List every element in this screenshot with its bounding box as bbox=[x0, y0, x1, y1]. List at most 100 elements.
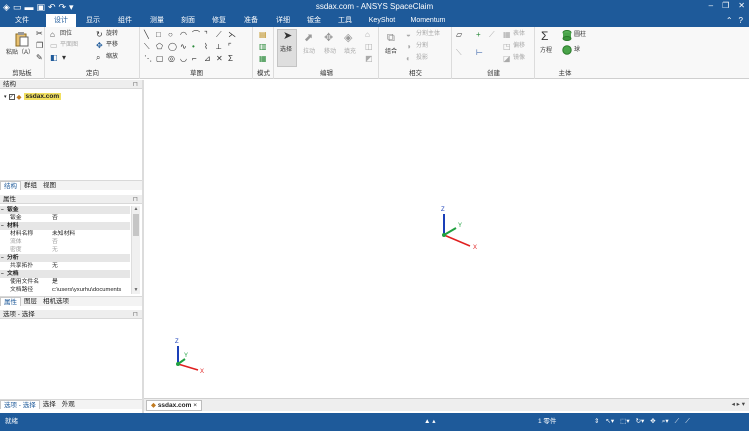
project-face-icon[interactable]: ◐ bbox=[406, 54, 411, 64]
tab-momentum[interactable]: Momentum bbox=[406, 14, 450, 27]
help-icon[interactable]: ? bbox=[739, 16, 743, 25]
collapse-icon[interactable]: − bbox=[1, 222, 4, 230]
3d-mode-icon[interactable]: ▦ bbox=[259, 54, 267, 64]
sketch-mode-icon[interactable]: ▤ bbox=[259, 30, 267, 40]
plane-view-button[interactable]: 平面图 bbox=[60, 41, 78, 50]
pin-icon[interactable]: ⊓ bbox=[133, 310, 138, 319]
cylinder-button[interactable]: 圆柱 bbox=[574, 31, 586, 40]
sweep-arc-icon[interactable]: ◡ bbox=[180, 54, 187, 64]
edit-small-3-icon[interactable]: ◩ bbox=[365, 54, 373, 64]
fillet-sketch-icon[interactable]: ⌜ bbox=[228, 42, 232, 52]
tab-options-select[interactable]: 选项 - 选择 bbox=[0, 400, 40, 409]
scroll-thumb[interactable] bbox=[133, 214, 139, 236]
ruler-status-icon[interactable]: ⟋ bbox=[685, 413, 690, 431]
tab-groups[interactable]: 群组 bbox=[21, 181, 40, 190]
corner-icon[interactable]: ⌝ bbox=[204, 30, 208, 40]
box-select-icon[interactable]: ⬚▾ bbox=[620, 413, 629, 431]
document-tab[interactable]: ◆ ssdax.com × bbox=[146, 400, 203, 411]
scroll-up-icon[interactable]: ▲ bbox=[132, 206, 140, 213]
tab-measure[interactable]: 测量 bbox=[144, 14, 170, 27]
copy-icon[interactable]: ❐ bbox=[36, 41, 43, 51]
restore-icon[interactable]: ❐ bbox=[722, 1, 729, 10]
edit-small-2-icon[interactable]: ◫ bbox=[365, 42, 373, 52]
arc-icon[interactable]: ◠ bbox=[180, 30, 187, 40]
close-icon[interactable]: ✕ bbox=[738, 1, 745, 10]
section-mode-icon[interactable]: ▥ bbox=[259, 42, 267, 52]
plane-icon[interactable]: ▱ bbox=[456, 30, 462, 40]
tab-properties[interactable]: 属性 bbox=[0, 297, 21, 306]
document-tab-close-icon[interactable]: × bbox=[193, 402, 197, 409]
property-row[interactable]: 使用文件名 是 bbox=[0, 278, 130, 286]
zoom-status-icon[interactable]: ⌕▾ bbox=[662, 413, 669, 431]
edit-small-1-icon[interactable]: ⌂ bbox=[365, 30, 370, 40]
construction-line-icon[interactable]: ⋱ bbox=[144, 54, 152, 64]
offset-icon[interactable]: ◳ bbox=[503, 42, 511, 52]
home-button[interactable]: 回位 bbox=[60, 30, 72, 39]
measure-status-icon[interactable]: ⟋ bbox=[675, 413, 680, 431]
offset-curve-icon[interactable]: ⌇ bbox=[204, 42, 208, 52]
tab-detail[interactable]: 详细 bbox=[270, 14, 296, 27]
collapse-icon[interactable]: − bbox=[1, 254, 4, 262]
sphere-icon[interactable] bbox=[562, 45, 572, 55]
mirror-icon[interactable]: ◪ bbox=[503, 54, 511, 64]
design-viewport[interactable]: Z X Y Z X Y bbox=[144, 80, 749, 398]
project-button[interactable]: 投影 bbox=[416, 54, 428, 63]
tangent-arc-icon[interactable]: ⌒ bbox=[192, 30, 200, 40]
spline-icon[interactable]: ∿ bbox=[180, 42, 187, 52]
tab-tools[interactable]: 工具 bbox=[332, 14, 358, 27]
tab-repair[interactable]: 修复 bbox=[206, 14, 232, 27]
polygon-icon[interactable]: ⬠ bbox=[156, 42, 163, 52]
axis-icon[interactable]: + bbox=[476, 30, 481, 40]
sketch-extra-icon[interactable]: ⋋ bbox=[228, 30, 236, 40]
property-row[interactable]: 流体 否 bbox=[0, 238, 130, 246]
fill-button[interactable]: 填充 bbox=[344, 48, 356, 57]
tab-scroll-right-icon[interactable]: ▸ bbox=[737, 401, 740, 408]
tab-appearance[interactable]: 外观 bbox=[59, 400, 78, 409]
minimize-icon[interactable]: – bbox=[709, 1, 713, 10]
equation-sketch-icon[interactable]: Σ bbox=[228, 54, 233, 64]
origin-icon[interactable]: ⟍ bbox=[456, 48, 462, 58]
collapse-icon[interactable]: − bbox=[1, 206, 4, 214]
tab-display[interactable]: 显示 bbox=[80, 14, 106, 27]
property-row[interactable]: 钣金 否 bbox=[0, 214, 130, 222]
line-icon[interactable]: ╲ bbox=[144, 30, 149, 40]
property-category[interactable]: − 分析 bbox=[0, 254, 130, 262]
tab-camera-options[interactable]: 相机选项 bbox=[40, 297, 72, 306]
split-body-icon[interactable]: ◒ bbox=[406, 30, 411, 40]
rectangle-icon[interactable]: □ bbox=[156, 30, 161, 40]
tab-keyshot[interactable]: KeyShot bbox=[364, 14, 400, 27]
status-warning-icon[interactable]: ▲ ▴ bbox=[424, 413, 436, 431]
polyline-icon[interactable]: ⟍ bbox=[144, 42, 150, 52]
tab-scroll-left-icon[interactable]: ◂ bbox=[732, 401, 735, 408]
pull-button[interactable]: 拉动 bbox=[303, 48, 315, 57]
split-body-button[interactable]: 分割主体 bbox=[416, 30, 440, 39]
selection-filter-icon[interactable]: ⇕ bbox=[594, 413, 599, 431]
paste-button[interactable]: 粘贴（A） bbox=[6, 49, 34, 58]
tab-design[interactable]: 设计 bbox=[46, 14, 76, 27]
rounded-rect-icon[interactable]: ▢ bbox=[156, 54, 164, 64]
pull-icon[interactable]: ⬈ bbox=[304, 33, 313, 44]
rotate-button[interactable]: 旋转 bbox=[106, 30, 118, 39]
properties-scrollbar[interactable]: ▲ ▼ bbox=[131, 206, 140, 294]
axis-line-icon[interactable]: ⟋ bbox=[489, 30, 495, 40]
tab-sheet-metal[interactable]: 钣金 bbox=[301, 14, 327, 27]
three-point-circle-icon[interactable]: ◎ bbox=[168, 54, 175, 64]
pin-icon[interactable]: ⊓ bbox=[133, 80, 138, 89]
tab-selection[interactable]: 选择 bbox=[40, 400, 59, 409]
tab-facets[interactable]: 刻面 bbox=[175, 14, 201, 27]
expand-icon[interactable]: ▾ bbox=[4, 94, 7, 100]
circle-icon[interactable]: ○ bbox=[168, 30, 173, 40]
property-row[interactable]: 材料名称 未知材料 bbox=[0, 230, 130, 238]
split-icon[interactable]: ◑ bbox=[406, 42, 411, 52]
zoom-button[interactable]: 缩放 bbox=[106, 53, 118, 62]
rotate-icon[interactable]: ↻ bbox=[96, 30, 103, 40]
property-row[interactable]: 密度 无 bbox=[0, 246, 130, 254]
home-icon[interactable]: ⌂ bbox=[50, 30, 55, 40]
delete-sketch-icon[interactable]: ✕ bbox=[216, 54, 223, 64]
spin-icon[interactable]: ↻▾ bbox=[636, 413, 645, 431]
tab-file[interactable]: 文件 bbox=[0, 14, 44, 27]
tree-root[interactable]: ▾ ✓ ◆ ssdax.com bbox=[4, 92, 62, 101]
snap-view-icon[interactable]: ▾ bbox=[62, 53, 66, 63]
offset-button[interactable]: 偏移 bbox=[513, 42, 525, 51]
cut-icon[interactable]: ✂ bbox=[36, 29, 43, 39]
